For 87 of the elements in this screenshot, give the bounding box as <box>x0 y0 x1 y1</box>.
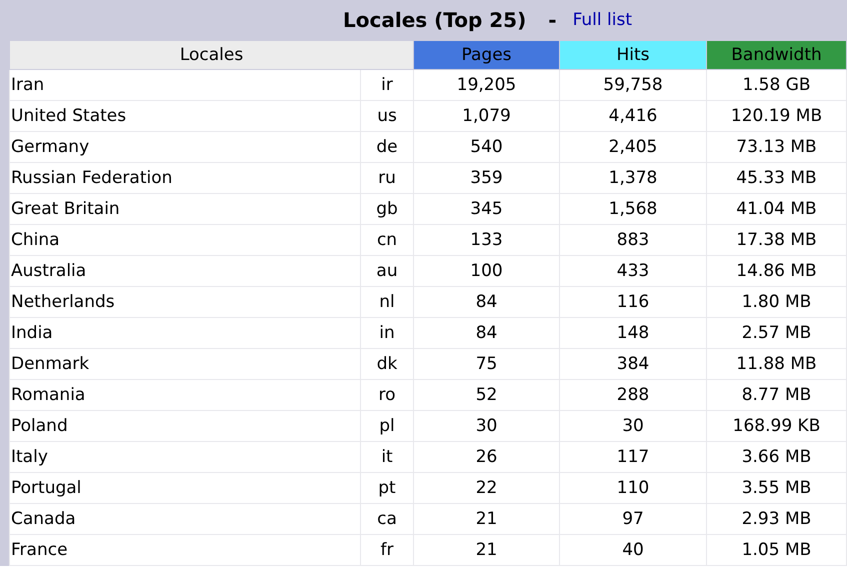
country-cell: Portugal <box>10 472 360 504</box>
code-cell: it <box>360 442 414 472</box>
code-cell: fr <box>360 534 414 566</box>
number-cell: 116 <box>560 286 707 318</box>
number-cell: 21 <box>414 504 560 534</box>
code-cell: us <box>360 100 414 132</box>
code-cell: au <box>360 256 414 286</box>
country-cell: Denmark <box>10 348 360 380</box>
country-cell: Iran <box>10 70 360 100</box>
number-cell: 148 <box>560 318 707 348</box>
number-cell: 30 <box>414 410 560 442</box>
number-cell: 84 <box>414 286 560 318</box>
code-cell: ca <box>360 504 414 534</box>
number-cell: 883 <box>560 224 707 256</box>
country-cell: Netherlands <box>10 286 360 318</box>
number-cell: 17.38 MB <box>706 224 846 256</box>
table-title: Locales (Top 25) <box>343 8 526 32</box>
country-cell: Canada <box>10 504 360 534</box>
number-cell: 2.57 MB <box>706 318 846 348</box>
number-cell: 345 <box>414 194 560 224</box>
country-cell: Italy <box>10 442 360 472</box>
number-cell: 120.19 MB <box>706 100 846 132</box>
number-cell: 384 <box>560 348 707 380</box>
country-cell: Australia <box>10 256 360 286</box>
number-cell: 8.77 MB <box>706 380 846 410</box>
full-list-link[interactable]: Full list <box>572 10 632 30</box>
number-cell: 41.04 MB <box>706 194 846 224</box>
column-header: Locales <box>10 40 414 70</box>
code-cell: gb <box>360 194 414 224</box>
number-cell: 4,416 <box>560 100 707 132</box>
number-cell: 1,378 <box>560 162 707 194</box>
code-cell: ir <box>360 70 414 100</box>
number-cell: 433 <box>560 256 707 286</box>
number-cell: 288 <box>560 380 707 410</box>
number-cell: 1.05 MB <box>706 534 846 566</box>
number-cell: 3.55 MB <box>706 472 846 504</box>
number-cell: 117 <box>560 442 707 472</box>
number-cell: 168.99 KB <box>706 410 846 442</box>
number-cell: 540 <box>414 132 560 162</box>
code-cell: ru <box>360 162 414 194</box>
number-cell: 73.13 MB <box>706 132 846 162</box>
number-cell: 1,079 <box>414 100 560 132</box>
number-cell: 30 <box>560 410 707 442</box>
country-cell: United States <box>10 100 360 132</box>
code-cell: in <box>360 318 414 348</box>
code-cell: pt <box>360 472 414 504</box>
number-cell: 2.93 MB <box>706 504 846 534</box>
number-cell: 11.88 MB <box>706 348 846 380</box>
number-cell: 3.66 MB <box>706 442 846 472</box>
code-cell: pl <box>360 410 414 442</box>
code-cell: dk <box>360 348 414 380</box>
country-cell: Romania <box>10 380 360 410</box>
number-cell: 59,758 <box>560 70 707 100</box>
number-cell: 133 <box>414 224 560 256</box>
number-cell: 1,568 <box>560 194 707 224</box>
column-header: Bandwidth <box>706 40 846 70</box>
code-cell: de <box>360 132 414 162</box>
country-cell: Great Britain <box>10 194 360 224</box>
number-cell: 52 <box>414 380 560 410</box>
code-cell: cn <box>360 224 414 256</box>
code-cell: ro <box>360 380 414 410</box>
country-cell: Poland <box>10 410 360 442</box>
number-cell: 40 <box>560 534 707 566</box>
number-cell: 2,405 <box>560 132 707 162</box>
country-cell: India <box>10 318 360 348</box>
separator: - <box>548 8 557 32</box>
number-cell: 359 <box>414 162 560 194</box>
column-header: Pages <box>414 40 560 70</box>
number-cell: 110 <box>560 472 707 504</box>
number-cell: 100 <box>414 256 560 286</box>
number-cell: 84 <box>414 318 560 348</box>
column-header: Hits <box>560 40 707 70</box>
code-cell: nl <box>360 286 414 318</box>
country-cell: France <box>10 534 360 566</box>
number-cell: 1.58 GB <box>706 70 846 100</box>
country-cell: Germany <box>10 132 360 162</box>
number-cell: 14.86 MB <box>706 256 846 286</box>
country-cell: Russian Federation <box>10 162 360 194</box>
number-cell: 45.33 MB <box>706 162 846 194</box>
number-cell: 75 <box>414 348 560 380</box>
number-cell: 19,205 <box>414 70 560 100</box>
number-cell: 22 <box>414 472 560 504</box>
number-cell: 26 <box>414 442 560 472</box>
country-cell: China <box>10 224 360 256</box>
number-cell: 21 <box>414 534 560 566</box>
number-cell: 1.80 MB <box>706 286 846 318</box>
number-cell: 97 <box>560 504 707 534</box>
